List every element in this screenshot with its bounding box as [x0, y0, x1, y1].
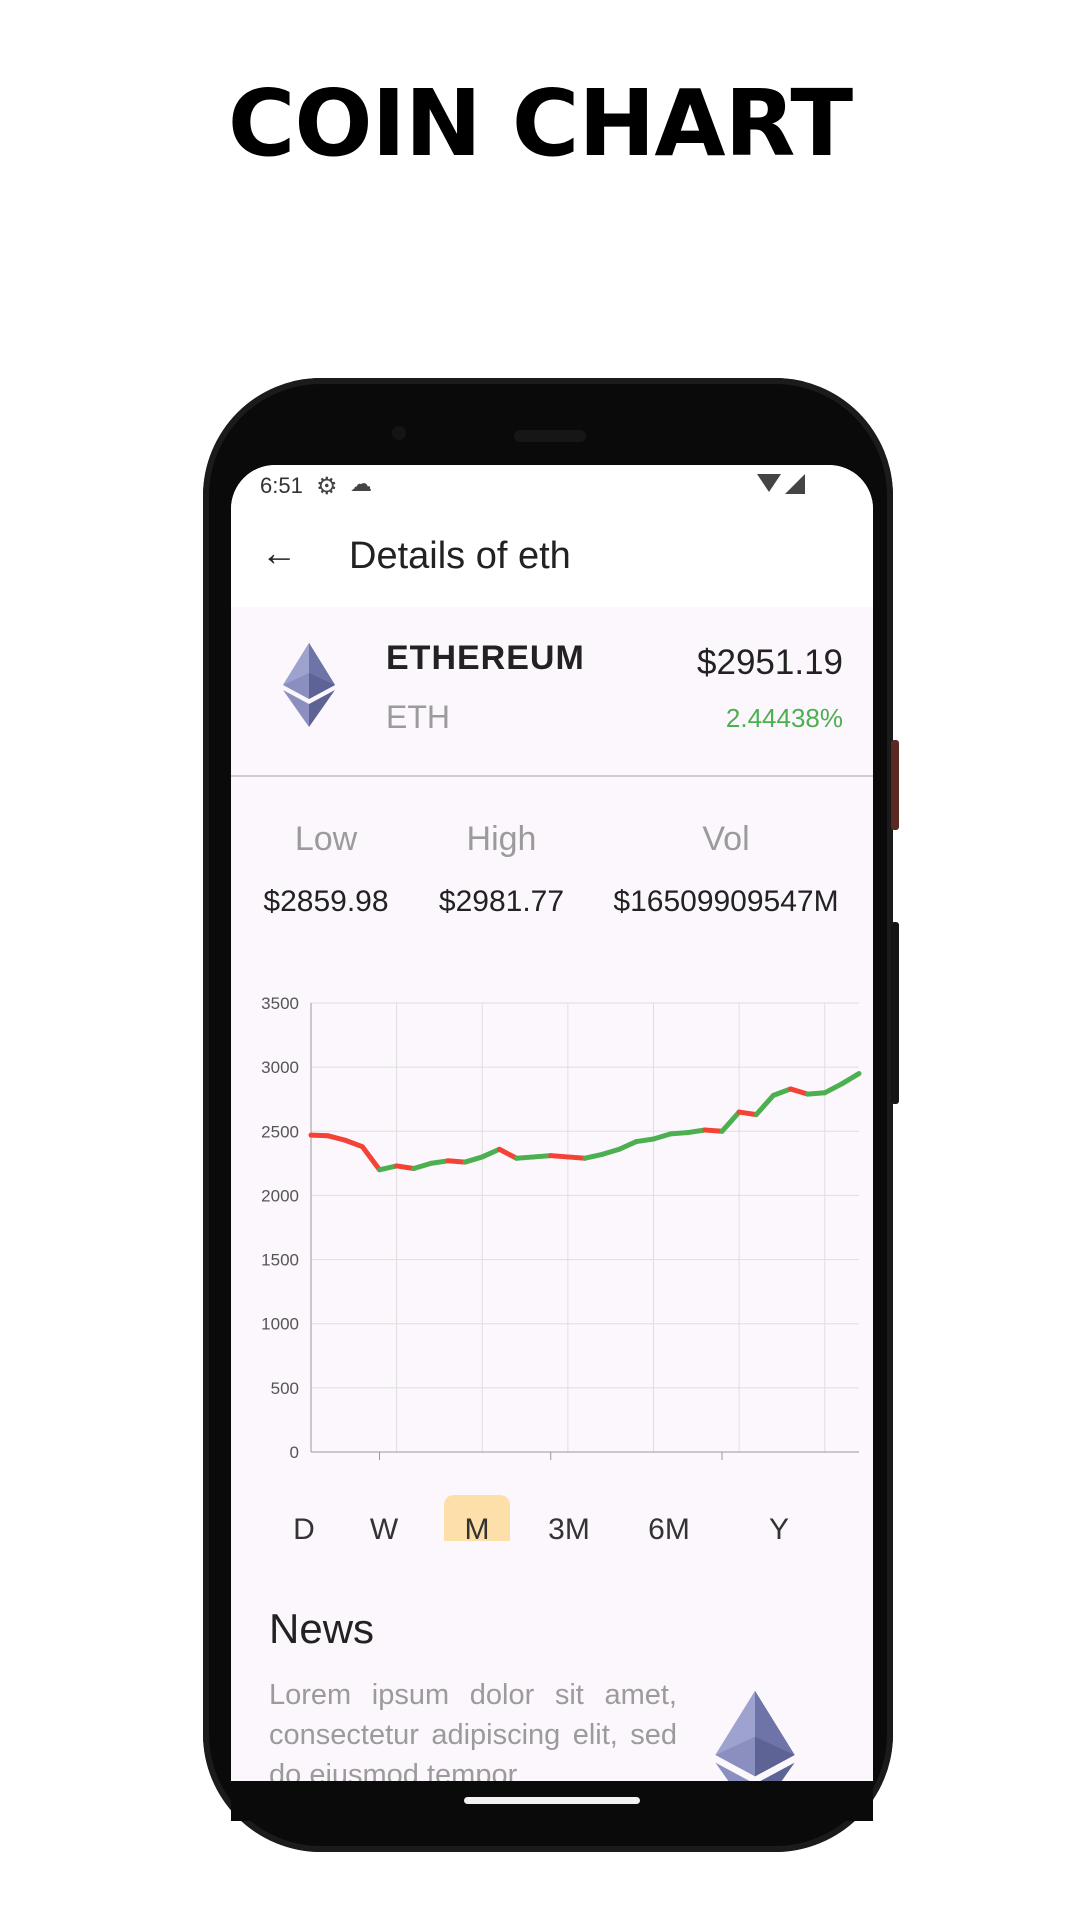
price-line-segment — [668, 1130, 691, 1137]
status-time: 6:51 — [260, 473, 303, 498]
price-line-segment — [359, 1144, 382, 1173]
price-line-segment — [616, 1139, 639, 1152]
stat-high-value: $2981.77 — [438, 885, 565, 918]
y-tick-label: 0 — [290, 1443, 299, 1462]
price-line-segment — [633, 1136, 656, 1145]
home-indicator[interactable] — [464, 1797, 640, 1804]
stat-low-label: Low — [294, 820, 358, 858]
price-line-segment — [770, 1086, 793, 1098]
stat-high-label: High — [466, 820, 537, 858]
coin-price: $2951.19 — [697, 643, 843, 682]
stat-vol: Vol $16509909547M — [606, 820, 846, 919]
stat-vol-value: $16509909547M — [613, 885, 839, 918]
price-line-segment — [651, 1131, 674, 1142]
price-line-segment — [411, 1160, 434, 1171]
price-change: 2.44438% — [725, 703, 843, 733]
back-arrow-icon[interactable]: ← — [261, 535, 297, 571]
price-line-segment — [377, 1163, 400, 1173]
period-3m-button[interactable]: 3M — [536, 1495, 602, 1541]
price-line-segment — [736, 1109, 759, 1118]
power-button — [891, 740, 899, 830]
y-tick-label: 3000 — [261, 1058, 299, 1077]
price-line-segment — [531, 1153, 554, 1160]
price-line-segment — [325, 1133, 348, 1143]
camera — [392, 426, 406, 440]
y-tick-label: 2500 — [261, 1122, 299, 1141]
price-line-segment — [479, 1146, 502, 1160]
coin-name: ETHEREUM — [386, 639, 585, 677]
period-y-button[interactable]: Y — [746, 1495, 812, 1541]
period-m-button[interactable]: M — [444, 1495, 510, 1541]
price-chart[interactable]: 0500100015002000250030003500170600000000… — [231, 965, 873, 1465]
period-d-button[interactable]: D — [271, 1495, 337, 1541]
price-line-segment — [445, 1158, 468, 1165]
price-line-segment — [685, 1127, 708, 1136]
price-line-segment — [394, 1163, 417, 1171]
price-line-segment — [514, 1154, 537, 1161]
gear-icon: ⚙ — [316, 473, 338, 500]
cloud-icon: ☁ — [350, 471, 372, 496]
price-line-segment — [342, 1137, 365, 1150]
price-line-segment — [582, 1151, 605, 1161]
price-line-segment — [788, 1086, 811, 1097]
y-tick-label: 500 — [271, 1379, 299, 1398]
stat-low-value: $2859.98 — [263, 885, 389, 918]
coin-symbol: ETH — [386, 699, 450, 735]
price-line-segment — [702, 1127, 725, 1134]
price-line-segment — [462, 1154, 485, 1165]
price-line-segment — [599, 1146, 622, 1157]
y-tick-label: 2000 — [261, 1186, 299, 1205]
speaker — [514, 430, 586, 442]
price-line-segment — [822, 1081, 845, 1096]
signal-icon — [785, 474, 805, 494]
price-line-segment — [548, 1153, 571, 1160]
ethereum-logo-icon — [715, 1691, 795, 1781]
stat-high: High $2981.77 — [424, 820, 579, 919]
price-line-segment — [805, 1090, 828, 1097]
period-6m-button[interactable]: 6M — [636, 1495, 702, 1541]
price-line-segment — [719, 1109, 742, 1134]
y-tick-label: 3500 — [261, 994, 299, 1013]
period-selector: D W M 3M 6M Y — [231, 1495, 873, 1541]
status-bar: 6:51 ⚙ ☁ — [231, 465, 873, 505]
stat-low: Low $2859.98 — [251, 820, 401, 919]
price-line-segment — [496, 1146, 519, 1161]
headline: COIN CHART — [227, 70, 853, 177]
news-title: News — [269, 1605, 375, 1652]
volume-button — [891, 922, 899, 1104]
app-bar: ← Details of eth — [231, 505, 873, 607]
news-text[interactable]: Lorem ipsum dolor sit amet, consectetur … — [269, 1675, 677, 1781]
wifi-icon — [757, 474, 781, 492]
ethereum-logo-icon — [283, 643, 335, 727]
price-line-segment — [308, 1132, 331, 1139]
price-line-segment — [753, 1092, 776, 1118]
y-tick-label: 1500 — [261, 1251, 299, 1270]
price-line-segment — [839, 1071, 862, 1087]
stat-vol-label: Vol — [702, 820, 750, 858]
y-tick-label: 1000 — [261, 1315, 299, 1334]
price-line-segment — [565, 1154, 588, 1161]
coin-header: ETHEREUM ETH $2951.19 2.44438% — [231, 607, 873, 777]
page-title: Details of eth — [349, 535, 571, 577]
app-screen: 6:51 ⚙ ☁ ← Details of eth ETHEREUM ETH $… — [231, 465, 873, 1781]
period-w-button[interactable]: W — [351, 1495, 417, 1541]
price-line-segment — [428, 1158, 451, 1166]
